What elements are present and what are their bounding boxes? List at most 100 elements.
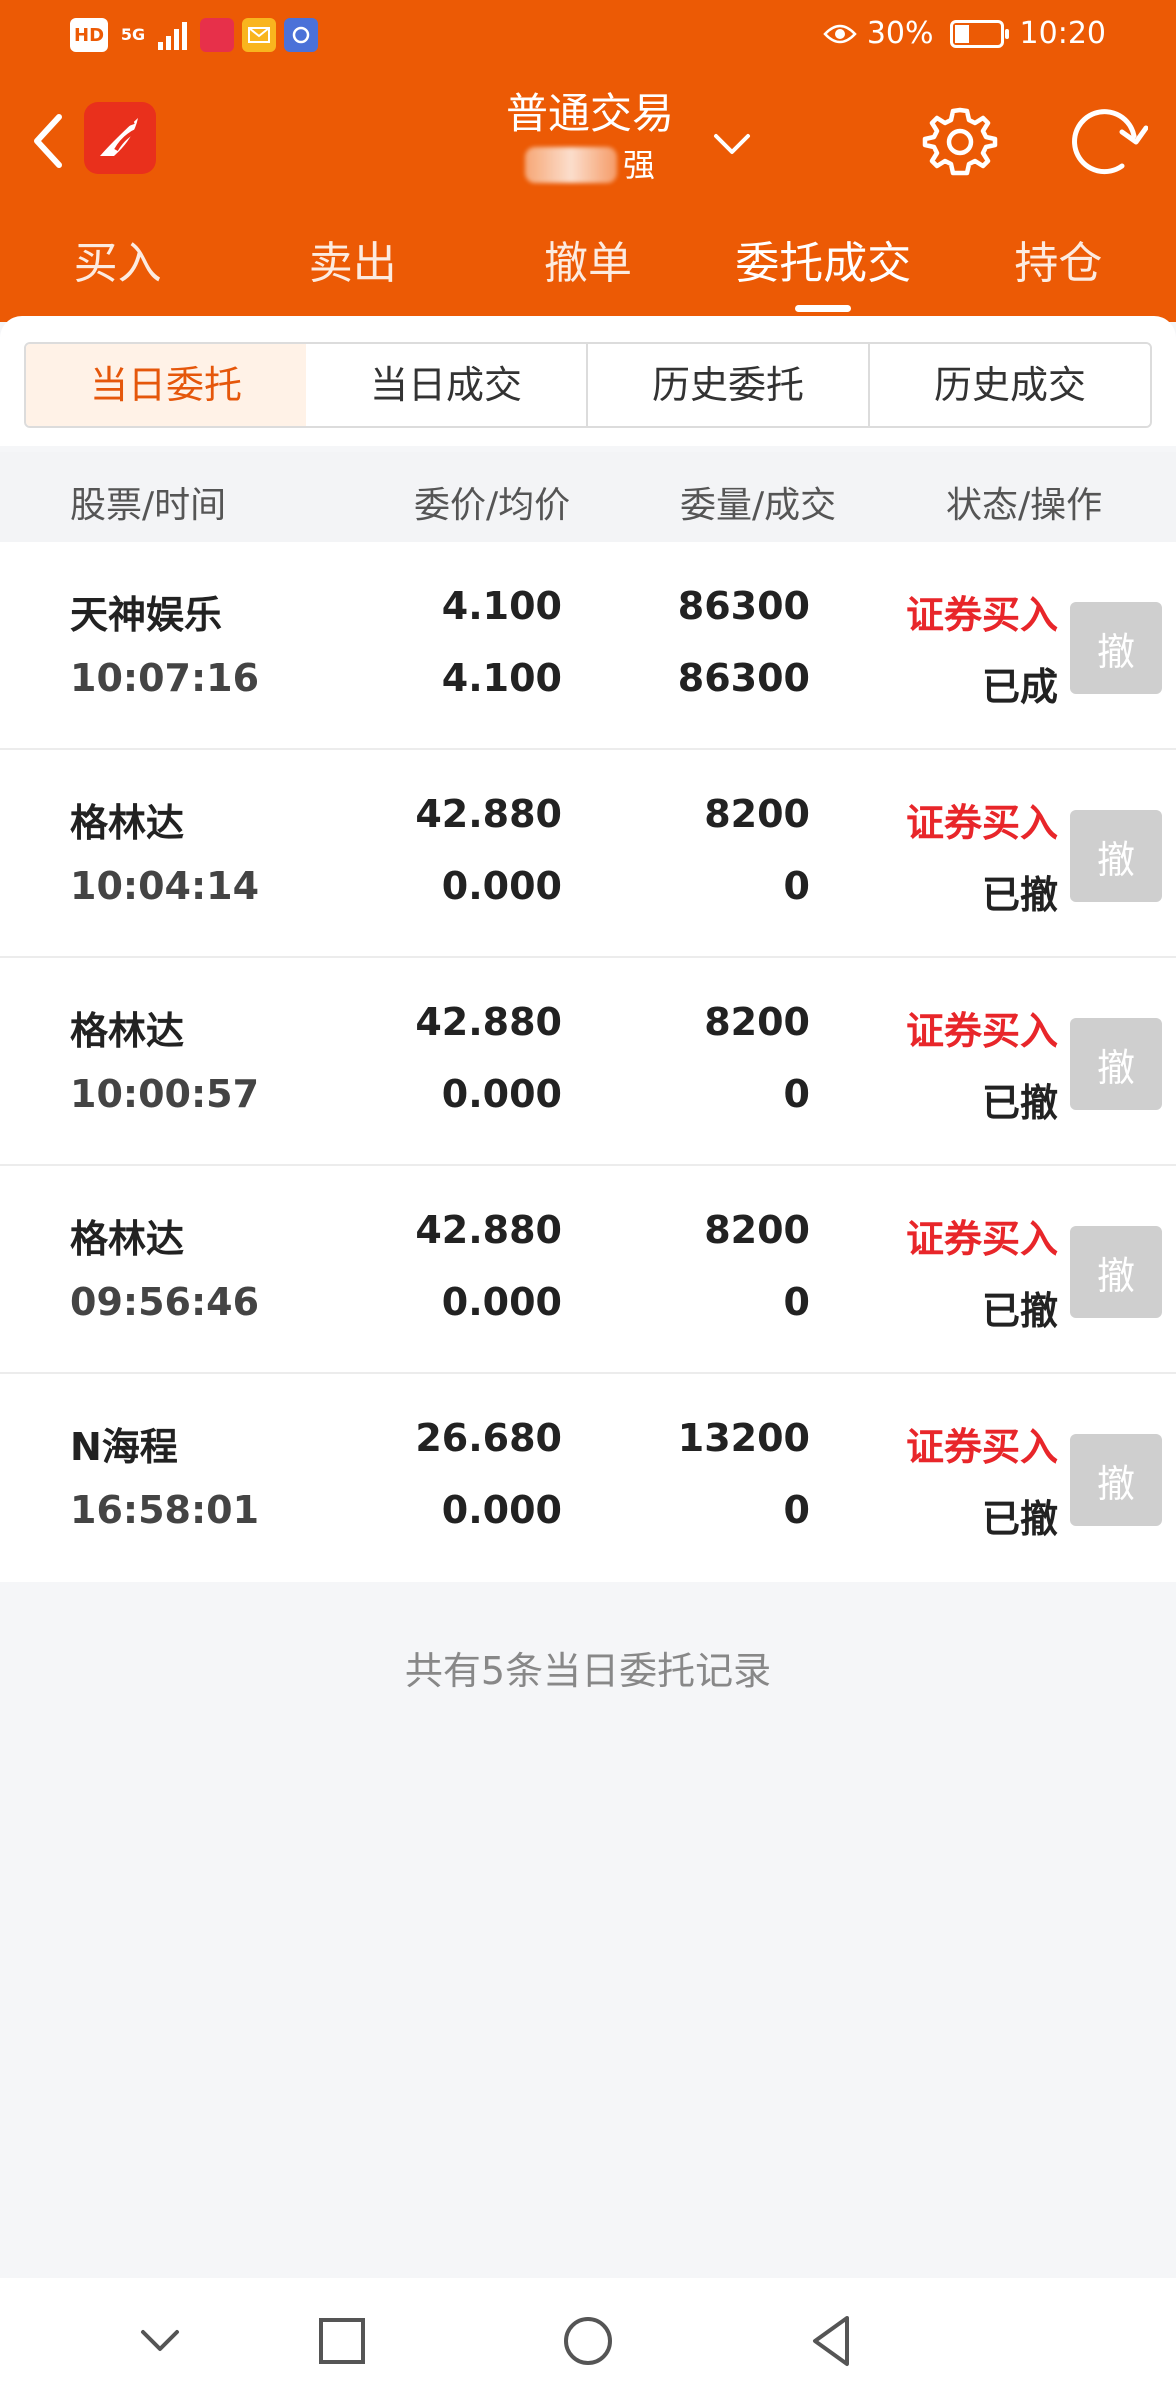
filled-qty: 0 [783, 1072, 810, 1116]
order-status: 已撤 [981, 1497, 1058, 1541]
order-status: 已撤 [981, 873, 1058, 917]
hd-badge: HD [70, 18, 109, 52]
tab-positions[interactable]: 持仓 [941, 222, 1176, 314]
main-tabs: 买入 卖出 撤单 委托成交 持仓 [0, 222, 1176, 314]
order-time: 10:04:14 [70, 864, 260, 908]
stock-name: 格林达 [70, 1217, 185, 1261]
subtab-history-trades[interactable]: 历史成交 [870, 344, 1150, 426]
status-right: 30% 10:20 [823, 16, 1106, 51]
chevron-down-icon[interactable] [710, 124, 754, 164]
gear-icon[interactable] [920, 102, 1000, 182]
order-status: 已撤 [981, 1081, 1058, 1125]
order-list: 天神娱乐 10:07:16 4.100 4.100 86300 86300 证券… [0, 542, 1176, 1582]
table-row[interactable]: 格林达 10:00:57 42.880 0.000 8200 0 证券买入 已撤… [0, 958, 1176, 1166]
status-left: HD 5G [70, 18, 319, 52]
filled-qty: 0 [783, 1280, 810, 1324]
column-header: 股票/时间 委价/均价 委量/成交 状态/操作 [0, 452, 1176, 542]
account-name: 强 [440, 142, 740, 188]
cancel-button[interactable]: 撤 [1070, 602, 1162, 694]
clock: 10:20 [1019, 16, 1106, 51]
filled-qty: 0 [783, 864, 810, 908]
order-side: 证券买入 [905, 593, 1058, 637]
filled-qty: 86300 [677, 656, 810, 700]
signal-icon [158, 22, 188, 50]
browser-notification-icon [284, 18, 319, 52]
recent-apps-icon[interactable] [307, 2306, 377, 2376]
chevron-down-icon[interactable] [125, 2306, 195, 2376]
sub-tabs: 当日委托 当日成交 历史委托 历史成交 [24, 342, 1152, 428]
table-row[interactable]: 天神娱乐 10:07:16 4.100 4.100 86300 86300 证券… [0, 542, 1176, 750]
order-qty: 8200 [704, 1000, 810, 1044]
tab-cancel-order[interactable]: 撤单 [470, 222, 705, 314]
battery-percent: 30% [866, 16, 934, 51]
stock-name: 天神娱乐 [70, 593, 223, 637]
avg-price: 0.000 [441, 864, 562, 908]
order-price: 42.880 [415, 1000, 562, 1044]
account-name-suffix: 强 [622, 146, 655, 184]
app-notification-icon [200, 18, 235, 52]
col-qty-filled: 委量/成交 [680, 485, 837, 526]
avg-price: 0.000 [441, 1488, 562, 1532]
order-time: 10:07:16 [70, 656, 260, 700]
back-nav-icon[interactable] [797, 2306, 867, 2376]
stock-name: N海程 [70, 1425, 178, 1469]
order-time: 10:00:57 [70, 1072, 260, 1116]
order-qty: 13200 [677, 1416, 810, 1460]
account-switcher[interactable]: 普通交易 强 [440, 86, 740, 188]
subtab-history-orders[interactable]: 历史委托 [588, 344, 870, 426]
refresh-icon[interactable] [1064, 102, 1148, 182]
status-bar: HD 5G 30% 10:20 [0, 0, 1176, 72]
order-price: 26.680 [415, 1416, 562, 1460]
cancel-button[interactable]: 撤 [1070, 1226, 1162, 1318]
table-row[interactable]: N海程 16:58:01 26.680 0.000 13200 0 证券买入 已… [0, 1374, 1176, 1582]
order-status: 已撤 [981, 1289, 1058, 1333]
eye-icon [823, 24, 857, 43]
order-side: 证券买入 [905, 801, 1058, 845]
mail-notification-icon [242, 18, 277, 52]
order-price: 4.100 [441, 584, 562, 628]
tab-sell[interactable]: 卖出 [235, 222, 470, 314]
order-time: 09:56:46 [70, 1280, 260, 1324]
account-name-masked [524, 147, 617, 183]
order-time: 16:58:01 [70, 1488, 260, 1532]
order-qty: 8200 [704, 792, 810, 836]
cancel-button[interactable]: 撤 [1070, 1434, 1162, 1526]
stock-name: 格林达 [70, 1009, 185, 1053]
battery-icon [949, 19, 1009, 48]
top-nav: 普通交易 强 [0, 72, 1176, 212]
system-nav-bar [0, 2278, 1176, 2400]
page-title: 普通交易 [505, 89, 674, 138]
order-side: 证券买入 [905, 1009, 1058, 1053]
avg-price: 0.000 [441, 1280, 562, 1324]
order-price: 42.880 [415, 792, 562, 836]
header: HD 5G 30% 10:20 普通交易 强 买入 卖出 撤单 委托成交 持仓 [0, 0, 1176, 322]
col-status-action: 状态/操作 [946, 485, 1103, 526]
back-icon [34, 114, 62, 168]
subtab-today-trades[interactable]: 当日成交 [306, 344, 588, 426]
sub-tab-panel: 当日委托 当日成交 历史委托 历史成交 [0, 316, 1176, 446]
order-qty: 86300 [677, 584, 810, 628]
avg-price: 0.000 [441, 1072, 562, 1116]
table-row[interactable]: 格林达 10:04:14 42.880 0.000 8200 0 证券买入 已撤… [0, 750, 1176, 958]
order-price: 42.880 [415, 1208, 562, 1252]
tab-buy[interactable]: 买入 [0, 222, 235, 314]
subtab-today-orders[interactable]: 当日委托 [26, 344, 308, 426]
order-side: 证券买入 [905, 1425, 1058, 1469]
cancel-button[interactable]: 撤 [1070, 1018, 1162, 1110]
filled-qty: 0 [783, 1488, 810, 1532]
back-button[interactable] [22, 106, 72, 176]
order-side: 证券买入 [905, 1217, 1058, 1261]
app-root: HD 5G 30% 10:20 普通交易 强 买入 卖出 撤单 委托成交 持仓 … [0, 0, 1176, 2400]
avg-price: 4.100 [441, 656, 562, 700]
order-qty: 8200 [704, 1208, 810, 1252]
app-logo-icon [84, 102, 156, 174]
home-icon[interactable] [553, 2306, 623, 2376]
cancel-button[interactable]: 撤 [1070, 810, 1162, 902]
col-price-avg: 委价/均价 [414, 485, 571, 526]
tab-orders-trades[interactable]: 委托成交 [706, 222, 941, 314]
network-5g-badge: 5G [120, 25, 146, 44]
order-status: 已成 [981, 665, 1058, 709]
record-count-note: 共有5条当日委托记录 [404, 1649, 772, 1693]
table-row[interactable]: 格林达 09:56:46 42.880 0.000 8200 0 证券买入 已撤… [0, 1166, 1176, 1374]
col-stock-time: 股票/时间 [70, 485, 227, 526]
